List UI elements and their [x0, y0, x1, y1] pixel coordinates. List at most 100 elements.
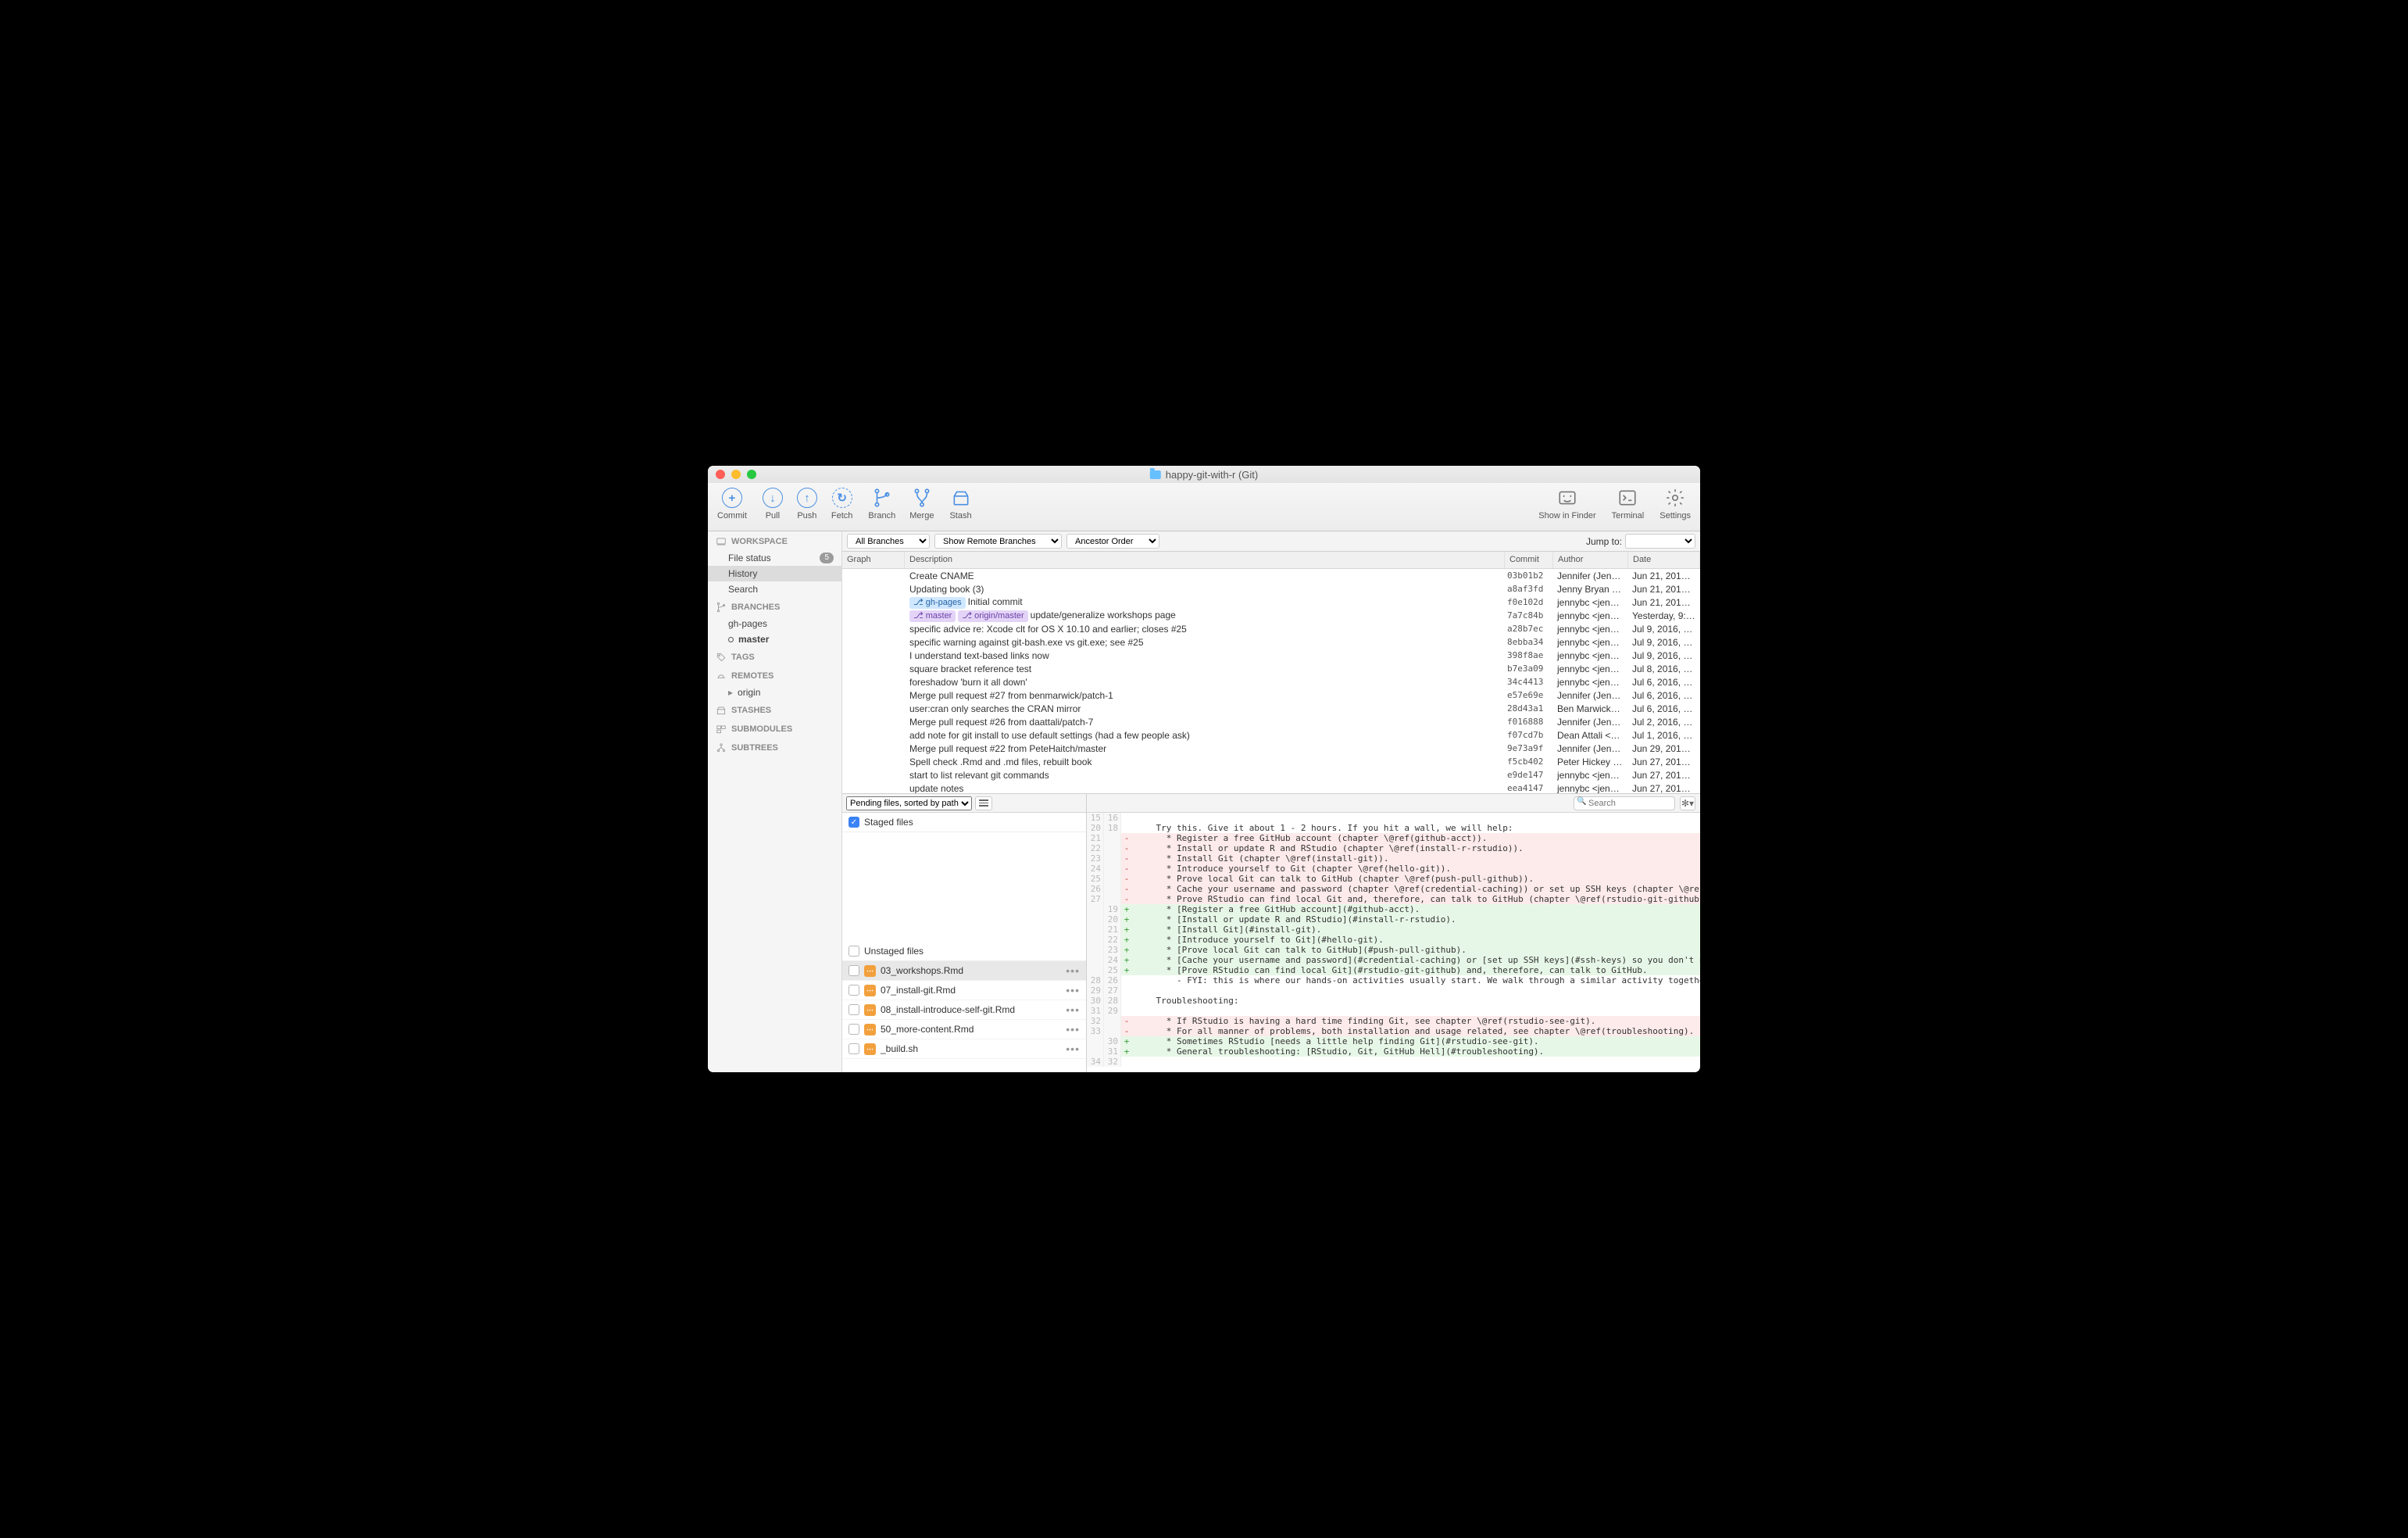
- toolbar: + Commit ↓Pull ↑Push ↻Fetch Branch Merge: [708, 483, 1700, 531]
- section-submodules: SUBMODULES: [708, 719, 841, 738]
- commit-row[interactable]: specific warning against git-bash.exe vs…: [842, 635, 1700, 649]
- file-row[interactable]: ⋯07_install-git.Rmd•••: [842, 981, 1086, 1000]
- folder-icon: [1150, 470, 1161, 479]
- stash-button[interactable]: Stash: [949, 488, 971, 520]
- diff-line: 24+ * [Cache your username and password]…: [1087, 955, 1700, 965]
- show-in-finder-button[interactable]: Show in Finder: [1538, 488, 1595, 520]
- commit-row[interactable]: ⎇ gh-pagesInitial commitf0e102djennybc <…: [842, 596, 1700, 609]
- fetch-button[interactable]: ↻Fetch: [831, 488, 853, 520]
- file-row[interactable]: ⋯08_install-introduce-self-git.Rmd•••: [842, 1000, 1086, 1020]
- merge-button[interactable]: Merge: [909, 488, 934, 520]
- section-remotes: REMOTES: [708, 666, 841, 685]
- commit-row[interactable]: foreshadow 'burn it all down'34c4413jenn…: [842, 675, 1700, 689]
- file-actions-button[interactable]: •••: [1066, 1043, 1080, 1055]
- titlebar: happy-git-with-r (Git): [708, 466, 1700, 483]
- file-checkbox[interactable]: [849, 1004, 859, 1015]
- file-actions-button[interactable]: •••: [1066, 1003, 1080, 1016]
- file-sort-select[interactable]: Pending files, sorted by path: [846, 796, 972, 810]
- diff-line: 26- * Cache your username and password (…: [1087, 884, 1700, 894]
- diff-line: 23- * Install Git (chapter \@ref(install…: [1087, 853, 1700, 864]
- remote-origin[interactable]: ▸origin: [708, 685, 841, 700]
- commit-row[interactable]: Updating book (3)a8af3fdJenny Bryan (Tra…: [842, 582, 1700, 596]
- commit-row[interactable]: specific advice re: Xcode clt for OS X 1…: [842, 622, 1700, 635]
- file-status-icon: ⋯: [864, 1004, 876, 1016]
- staged-files-header[interactable]: ✓ Staged files: [842, 813, 1086, 832]
- commit-list: Graph Description Commit Author Date Cre…: [842, 552, 1700, 794]
- remote-filter[interactable]: Show Remote Branches: [934, 534, 1062, 549]
- unstaged-checkbox[interactable]: [849, 946, 859, 957]
- diff-line: 25+ * [Prove RStudio can find local Git]…: [1087, 965, 1700, 975]
- zoom-icon[interactable]: [747, 470, 756, 479]
- file-actions-button[interactable]: •••: [1066, 1023, 1080, 1035]
- file-name: 07_install-git.Rmd: [881, 985, 956, 996]
- branch-filter[interactable]: All Branches: [847, 534, 930, 549]
- file-row[interactable]: ⋯_build.sh•••: [842, 1039, 1086, 1059]
- commit-row[interactable]: Merge pull request #26 from daattali/pat…: [842, 715, 1700, 728]
- push-button[interactable]: ↑Push: [797, 488, 817, 520]
- commit-row[interactable]: Merge pull request #22 from PeteHaitch/m…: [842, 742, 1700, 755]
- section-subtrees: SUBTREES: [708, 738, 841, 756]
- file-name: _build.sh: [881, 1043, 918, 1054]
- window-title: happy-git-with-r (Git): [1166, 469, 1258, 481]
- diff-line: 1516: [1087, 813, 1700, 823]
- diff-line: 21- * Register a free GitHub account (ch…: [1087, 833, 1700, 843]
- terminal-button[interactable]: Terminal: [1612, 488, 1645, 520]
- branch-button[interactable]: Branch: [868, 488, 895, 520]
- diff-line: 3432: [1087, 1057, 1700, 1067]
- commit-row[interactable]: Create CNAME03b01b2Jennifer (Jenny) B…Ju…: [842, 569, 1700, 582]
- staged-checkbox[interactable]: ✓: [849, 817, 859, 828]
- diff-line: 2826 - FYI: this is where our hands-on a…: [1087, 975, 1700, 985]
- diff-settings-button[interactable]: ✻▾: [1680, 796, 1695, 810]
- diff-line: 23+ * [Prove local Git can talk to GitHu…: [1087, 945, 1700, 955]
- diff-line: 19+ * [Register a free GitHub account](#…: [1087, 904, 1700, 914]
- jump-label: Jump to:: [1586, 536, 1622, 547]
- diff-line: 2018 Try this. Give it about 1 - 2 hours…: [1087, 823, 1700, 833]
- commit-row[interactable]: square bracket reference testb7e3a09jenn…: [842, 662, 1700, 675]
- sidebar-search[interactable]: Search: [708, 581, 841, 597]
- main-panel: All Branches Show Remote Branches Ancest…: [842, 531, 1700, 1072]
- commit-row[interactable]: user:cran only searches the CRAN mirror2…: [842, 702, 1700, 715]
- commit-row[interactable]: I understand text-based links now398f8ae…: [842, 649, 1700, 662]
- diff-line: 31+ * General troubleshooting: [RStudio,…: [1087, 1046, 1700, 1057]
- commit-row[interactable]: update noteseea4147jennybc <jenny@s…Jun …: [842, 782, 1700, 793]
- close-icon[interactable]: [716, 470, 725, 479]
- pull-button[interactable]: ↓Pull: [763, 488, 783, 520]
- diff-search-input[interactable]: [1574, 796, 1675, 810]
- current-branch-icon: [728, 637, 734, 642]
- diff-line: 3028 Troubleshooting:: [1087, 996, 1700, 1006]
- diff-line: 27- * Prove RStudio can find local Git a…: [1087, 894, 1700, 904]
- commit-row[interactable]: Merge pull request #27 from benmarwick/p…: [842, 689, 1700, 702]
- minimize-icon[interactable]: [731, 470, 741, 479]
- file-row[interactable]: ⋯03_workshops.Rmd•••: [842, 961, 1086, 981]
- sidebar-file-status[interactable]: File status 5: [708, 550, 841, 566]
- settings-button[interactable]: Settings: [1660, 488, 1691, 520]
- diff-line: 25- * Prove local Git can talk to GitHub…: [1087, 874, 1700, 884]
- diff-line: 3129: [1087, 1006, 1700, 1016]
- file-actions-button[interactable]: •••: [1066, 984, 1080, 996]
- commit-row[interactable]: add note for git install to use default …: [842, 728, 1700, 742]
- commit-row[interactable]: start to list relevant git commandse9de1…: [842, 768, 1700, 782]
- file-checkbox[interactable]: [849, 985, 859, 996]
- file-checkbox[interactable]: [849, 1043, 859, 1054]
- file-actions-button[interactable]: •••: [1066, 964, 1080, 977]
- commit-button[interactable]: + Commit: [717, 488, 747, 520]
- jump-select[interactable]: [1625, 534, 1695, 549]
- sidebar-history[interactable]: History: [708, 566, 841, 581]
- file-row[interactable]: ⋯ 50_more-content.Rmd •••: [842, 1020, 1086, 1039]
- diff-line: 22- * Install or update R and RStudio (c…: [1087, 843, 1700, 853]
- file-name: 50_more-content.Rmd: [881, 1024, 974, 1035]
- diff-line: 24- * Introduce yourself to Git (chapter…: [1087, 864, 1700, 874]
- diff-pane: ✻▾ 15162018 Try this. Give it about 1 - …: [1087, 794, 1700, 1072]
- file-checkbox[interactable]: [849, 965, 859, 976]
- file-view-toggle[interactable]: [975, 796, 992, 810]
- commit-row[interactable]: ⎇ master⎇ origin/masterupdate/generalize…: [842, 609, 1700, 622]
- commit-row[interactable]: Spell check .Rmd and .md files, rebuilt …: [842, 755, 1700, 768]
- file-status-icon: ⋯: [864, 1024, 876, 1035]
- branch-master[interactable]: master: [708, 631, 841, 647]
- unstaged-files-header[interactable]: Unstaged files: [842, 942, 1086, 961]
- file-checkbox[interactable]: [849, 1024, 859, 1035]
- window: happy-git-with-r (Git) + Commit ↓Pull ↑P…: [708, 466, 1700, 1072]
- files-pane: Pending files, sorted by path ✓ Staged f…: [842, 794, 1087, 1072]
- branch-gh-pages[interactable]: gh-pages: [708, 616, 841, 631]
- order-filter[interactable]: Ancestor Order: [1066, 534, 1159, 549]
